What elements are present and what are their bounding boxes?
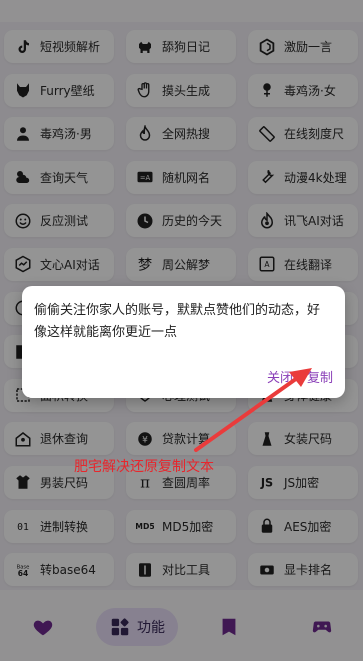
copy-button[interactable]: 复制 [307, 367, 333, 386]
close-button[interactable]: 关闭 [267, 367, 293, 386]
dialog-message: 偷偷关注你家人的账号，默默点赞他们的动态，好像这样就能离你更近一点 [34, 303, 321, 340]
annotation-text: 肥宅解决还原复制文本 [74, 459, 214, 475]
text-dialog: 偷偷关注你家人的账号，默默点赞他们的动态，好像这样就能离你更近一点 关闭 复制 [22, 286, 345, 398]
dialog-actions: 关闭 复制 [253, 367, 333, 386]
